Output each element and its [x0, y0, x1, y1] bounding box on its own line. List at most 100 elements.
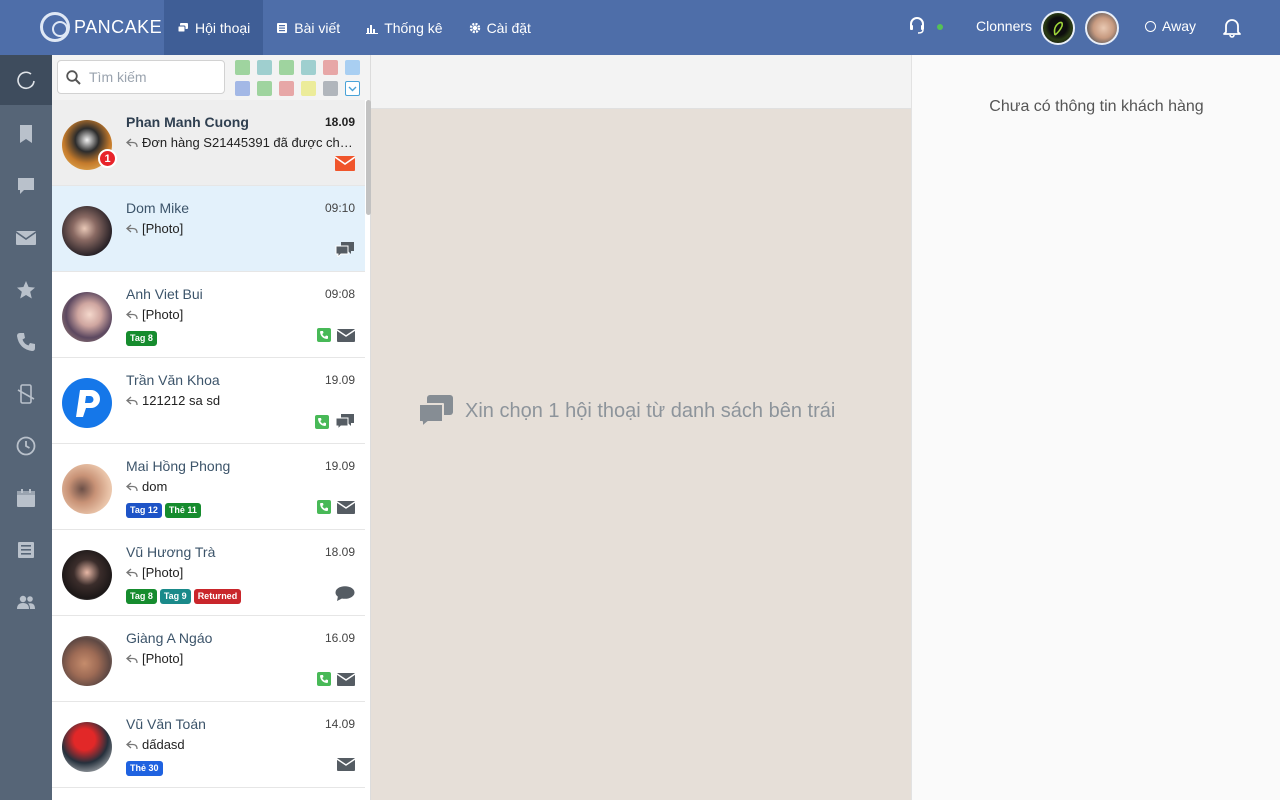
chat-bubbles-icon — [177, 22, 188, 32]
tag-filter-swatch[interactable] — [345, 60, 360, 75]
pancake-logo-icon — [40, 12, 70, 42]
conversation-tags: Tag 12 Thẻ 11 — [126, 503, 201, 518]
sidebar-item-all[interactable] — [0, 55, 52, 105]
sidebar-item-inbox[interactable] — [0, 213, 52, 263]
search-input[interactable] — [89, 69, 209, 85]
tag-filter-dropdown[interactable] — [345, 81, 360, 96]
conversation-snippet: [Photo] — [126, 221, 358, 236]
conversation-name: Trần Văn Khoa — [126, 372, 220, 388]
nav-conversations-label: Hội thoại — [195, 19, 251, 36]
tag-filter-swatch[interactable] — [323, 81, 338, 96]
bell-icon[interactable] — [1222, 16, 1242, 38]
sidebar-item-history[interactable] — [0, 421, 52, 471]
conversation-tags: Tag 8 — [126, 331, 157, 346]
comment-icon — [18, 178, 34, 194]
conversation-snippet: [Photo] — [126, 565, 358, 580]
envelope-icon — [337, 500, 355, 514]
avatar — [62, 722, 112, 772]
tag-filter-swatch[interactable] — [301, 81, 316, 96]
nav-settings-label: Cài đặt — [486, 19, 531, 36]
conversation-icons — [335, 156, 355, 171]
conversation-item[interactable]: Anh Viet Bui 09:08 [Photo] Tag 8 — [52, 272, 365, 358]
search-box[interactable] — [57, 60, 225, 94]
star-icon — [17, 281, 35, 299]
tag-badge: Thẻ 11 — [164, 503, 201, 518]
conversation-time: 19.09 — [324, 459, 355, 473]
phone-icon — [317, 672, 331, 686]
nav-conversations[interactable]: Hội thoại — [164, 0, 264, 55]
chat-empty-text: Xin chọn 1 hội thoại từ danh sách bên tr… — [465, 399, 836, 422]
conversation-snippet-text: dom — [142, 479, 168, 494]
conversation-item[interactable]: Mai Hồng Phong 19.09 dom Tag 12 Thẻ 11 — [52, 444, 365, 530]
nav-settings[interactable]: Cài đặt — [456, 0, 544, 55]
tag-filter-swatch[interactable] — [257, 81, 272, 96]
conversation-item[interactable]: Vũ Văn Toán 14.09 dấdasd Thẻ 30 — [52, 702, 365, 788]
brand-name: PANCAKE — [74, 16, 163, 37]
comments-icon — [335, 242, 354, 257]
chat-bubbles-icon — [418, 395, 453, 428]
conversation-item[interactable]: Trần Văn Khoa 19.09 121212 sa sd — [52, 358, 365, 444]
sidebar-item-starred[interactable] — [0, 265, 52, 315]
envelope-icon — [337, 672, 355, 686]
user-avatar[interactable] — [1085, 11, 1119, 45]
conversation-icons — [335, 242, 355, 257]
tag-filter-swatch[interactable] — [323, 60, 338, 75]
headset-icon[interactable] — [908, 16, 926, 34]
conversation-snippet-text: [Photo] — [142, 221, 184, 236]
conversation-icons — [317, 672, 355, 686]
sidebar-item-no-phone[interactable] — [0, 369, 52, 419]
unread-count-badge: 1 — [98, 149, 117, 168]
conversation-snippet-text: Đơn hàng S21445391 đã được chuyển — [142, 135, 358, 150]
avatar — [62, 550, 112, 600]
comments-icon — [335, 414, 354, 429]
conversation-name: Mai Hồng Phong — [126, 458, 231, 474]
conversation-item[interactable]: Vũ Hương Trà 18.09 [Photo] Tag 8 Tag 9 Return… — [52, 530, 365, 616]
sidebar-item-orders[interactable] — [0, 525, 52, 575]
sidebar-item-calendar[interactable] — [0, 473, 52, 523]
tag-filter-swatch[interactable] — [279, 60, 294, 75]
sidebar-item-calls[interactable] — [0, 317, 52, 367]
conversation-item[interactable]: Giàng A Ngáo 16.09 [Photo] — [52, 616, 365, 702]
users-icon — [17, 595, 35, 609]
conversation-name: Phan Manh Cuong — [126, 114, 249, 130]
tag-filter-swatch[interactable] — [235, 60, 250, 75]
loading-circle-icon — [17, 71, 35, 90]
status-toggle[interactable]: Away — [1145, 18, 1196, 34]
conversation-time: 18.09 — [324, 115, 355, 129]
tag-filter-swatch[interactable] — [301, 60, 316, 75]
list-document-icon — [18, 542, 34, 558]
nav-statistics[interactable]: Thống kê — [353, 0, 455, 55]
tag-filter-swatch[interactable] — [235, 81, 250, 96]
conversation-item[interactable]: 1 Phan Manh Cuong 18.09 Đơn hàng S21445391 … — [52, 100, 365, 186]
avatar — [62, 464, 112, 514]
reply-icon — [126, 654, 138, 663]
conversation-snippet: [Photo] — [126, 307, 358, 322]
nav-posts[interactable]: Bài viết — [263, 0, 353, 55]
tag-badge: Tag 8 — [126, 331, 157, 346]
post-list-icon — [277, 22, 288, 33]
conversation-snippet-text: [Photo] — [142, 651, 184, 666]
tag-filter-swatch[interactable] — [257, 60, 272, 75]
pancake-logo[interactable]: PANCAKE — [40, 11, 162, 43]
page-name[interactable]: Clonners — [976, 18, 1032, 34]
sidebar-item-comments[interactable] — [0, 161, 52, 211]
clock-icon — [16, 436, 36, 456]
chat-area: Xin chọn 1 hội thoại từ danh sách bên tr… — [371, 55, 911, 800]
calendar-icon — [17, 489, 35, 507]
page-avatar[interactable] — [1041, 11, 1075, 45]
conversation-icons — [317, 328, 355, 342]
bar-chart-icon — [366, 24, 379, 34]
tag-badge: Tag 9 — [159, 589, 191, 604]
sidebar-item-customers[interactable] — [0, 577, 52, 627]
reply-icon — [126, 138, 138, 147]
conversation-time: 16.09 — [324, 631, 355, 645]
conversation-icons — [337, 758, 355, 771]
top-bar: PANCAKE Hội thoại Bài viết Thống kê Cài … — [0, 0, 1280, 55]
sidebar-item-saved[interactable] — [0, 109, 52, 159]
tag-filter-swatch[interactable] — [279, 81, 294, 96]
tag-badge: Thẻ 30 — [126, 761, 163, 776]
conversation-item[interactable]: Dom Mike 09:10 [Photo] — [52, 186, 365, 272]
status-ring-icon — [1145, 20, 1156, 32]
chat-empty-state: Xin chọn 1 hội thoại từ danh sách bên tr… — [417, 393, 835, 429]
envelope-icon — [16, 231, 36, 245]
